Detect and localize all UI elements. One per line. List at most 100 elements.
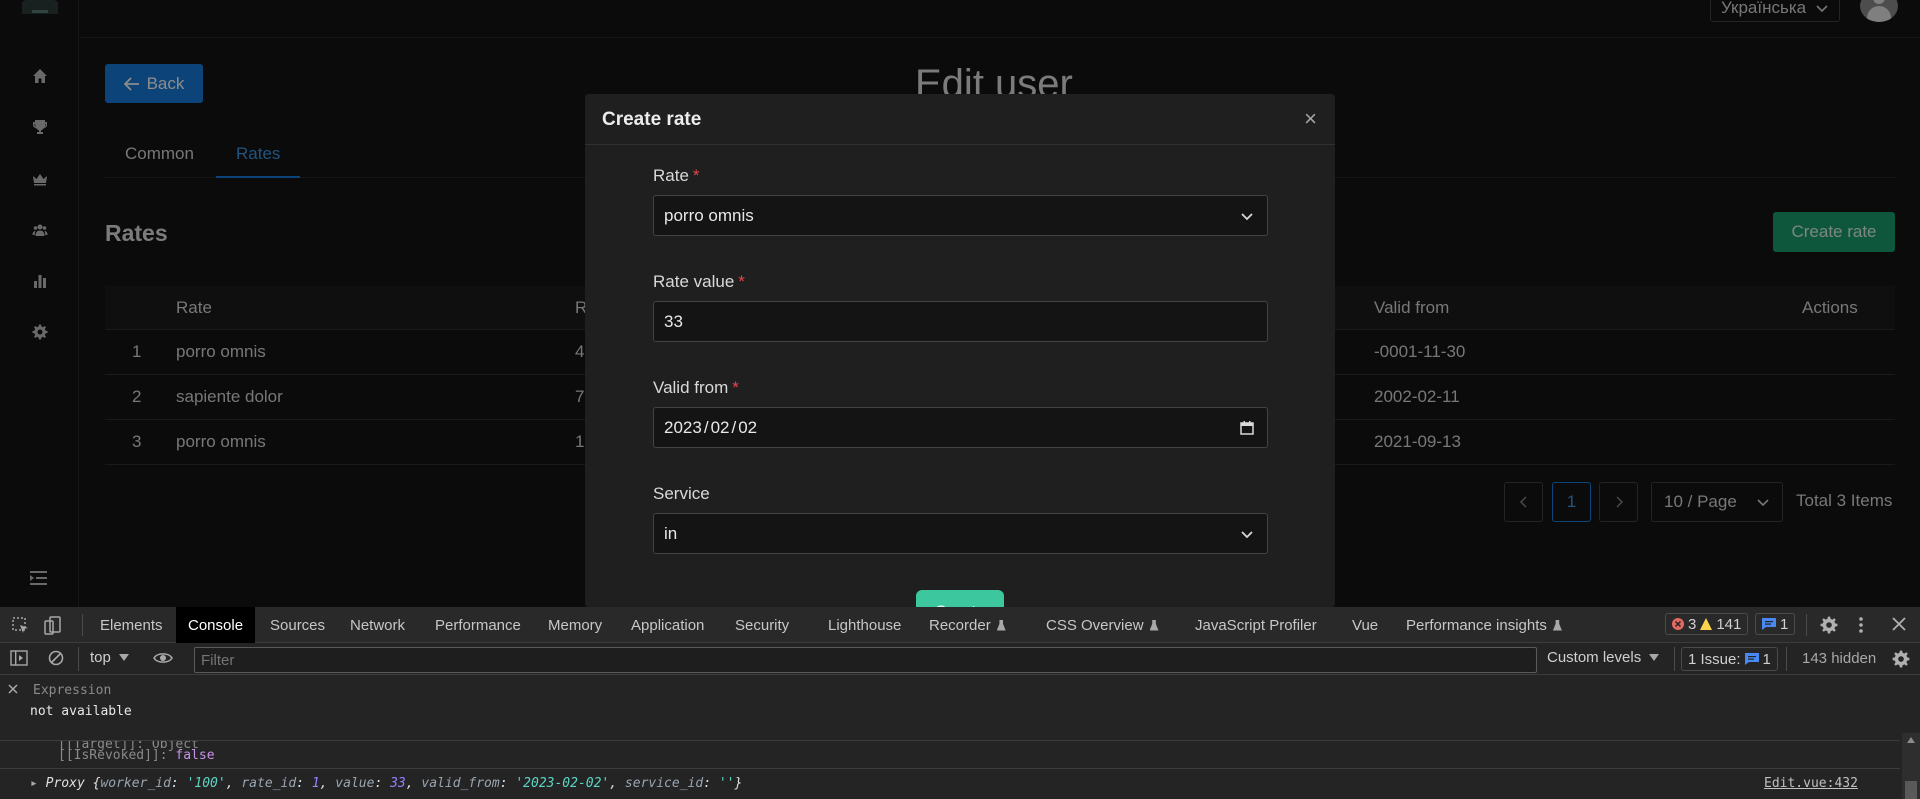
value: 33 xyxy=(390,776,406,791)
required-mark: * xyxy=(692,166,700,185)
devtools-tab-lighthouse[interactable]: Lighthouse xyxy=(816,607,913,643)
message-count: 1 xyxy=(1780,615,1789,633)
service-select-value: in xyxy=(664,523,678,543)
warning-count: 141 xyxy=(1716,615,1742,633)
devtools-tabbar: Elements Console Sources Network Perform… xyxy=(0,607,1920,643)
key: valid_from xyxy=(421,776,500,791)
source-link[interactable]: Edit.vue:432 xyxy=(1764,776,1858,791)
warning-icon xyxy=(1700,618,1713,630)
gear-icon[interactable] xyxy=(1820,616,1838,634)
devtools-tab-sources[interactable]: Sources xyxy=(258,607,337,643)
date-day: 02 xyxy=(738,417,758,437)
valid-from-date-input[interactable]: 2023 / 02 / 02 xyxy=(653,407,1268,448)
value: '' xyxy=(718,776,735,791)
css-overview-label: CSS Overview xyxy=(1046,616,1144,634)
sidebar-toggle-icon[interactable] xyxy=(10,650,28,666)
devtools-tab-performance-insights[interactable]: Performance insights xyxy=(1394,607,1574,643)
hidden-count: 143 hidden xyxy=(1802,650,1877,667)
devtools-tab-security[interactable]: Security xyxy=(723,607,801,643)
rate-value-label-text: Rate value xyxy=(653,272,735,291)
proxy-suffix: } xyxy=(734,776,743,791)
log-levels-value: Custom levels xyxy=(1547,649,1642,666)
service-select[interactable]: in xyxy=(653,513,1268,554)
modal-title: Create rate xyxy=(602,109,702,130)
console-settings-icon[interactable] xyxy=(1892,650,1910,668)
more-options-icon[interactable] xyxy=(1858,616,1864,634)
required-mark: * xyxy=(738,272,745,291)
context-value: top xyxy=(90,649,111,666)
devtools-tab-recorder[interactable]: Recorder xyxy=(917,607,1018,643)
create-rate-modal: Create rate × Rate * porro omnis Rate val… xyxy=(585,94,1335,607)
console-filter-input[interactable] xyxy=(194,647,1537,673)
close-icon[interactable]: × xyxy=(1304,106,1317,132)
rate-select[interactable]: porro omnis xyxy=(653,195,1268,236)
date-year: 2023 xyxy=(664,417,702,437)
console-log-entry[interactable]: ▸ Proxy {worker_id: '100', rate_id: 1, v… xyxy=(30,776,742,791)
performance-insights-label: Performance insights xyxy=(1406,616,1547,634)
rate-value-field-label: Rate value * xyxy=(653,272,745,292)
divider xyxy=(1806,614,1807,636)
experiment-icon xyxy=(1149,619,1159,631)
key: value xyxy=(335,776,375,791)
valid-from-field-label: Valid from * xyxy=(653,378,739,398)
required-mark: * xyxy=(732,378,739,397)
rate-select-value: porro omnis xyxy=(664,205,754,225)
rate-field-label: Rate * xyxy=(653,166,700,186)
divider xyxy=(1674,647,1675,671)
divider xyxy=(0,768,1900,769)
log-levels-select[interactable]: Custom levels xyxy=(1547,649,1660,666)
expand-arrow-icon[interactable]: ▸ xyxy=(30,776,38,791)
scrollbar[interactable] xyxy=(1902,733,1920,799)
chevron-down-icon xyxy=(1241,213,1253,221)
scroll-thumb[interactable] xyxy=(1905,781,1917,799)
clear-console-icon[interactable] xyxy=(48,650,64,666)
proxy-prefix: Proxy { xyxy=(45,776,101,791)
rate-value-input[interactable]: 33 xyxy=(653,301,1268,342)
calendar-icon[interactable] xyxy=(1239,420,1255,436)
inspect-element-icon[interactable] xyxy=(12,617,30,635)
triangle-down-icon xyxy=(1649,653,1660,661)
experiment-icon xyxy=(996,619,1006,631)
devtools-tab-console[interactable]: Console xyxy=(176,607,256,643)
value: 1 xyxy=(311,776,320,791)
devtools-tab-memory[interactable]: Memory xyxy=(536,607,614,643)
device-toolbar-icon[interactable] xyxy=(44,616,62,636)
close-icon[interactable] xyxy=(8,684,18,694)
console-output: [[Target]]: Object [[IsRevoked]]: false … xyxy=(0,741,1900,799)
key: service_id xyxy=(624,776,704,791)
devtools-panel: Elements Console Sources Network Perform… xyxy=(0,607,1920,799)
issues-badge[interactable]: 1 Issue: 1 xyxy=(1681,647,1778,671)
triangle-down-icon xyxy=(118,653,129,661)
chevron-down-icon xyxy=(1241,531,1253,539)
issues-label: 1 Issue: xyxy=(1688,650,1741,668)
expression-value: not available xyxy=(30,704,132,719)
message-icon xyxy=(1762,618,1776,630)
eye-icon[interactable] xyxy=(153,651,173,665)
divider xyxy=(1786,647,1787,671)
scroll-up-icon[interactable] xyxy=(1907,737,1915,743)
rate-value-input-value: 33 xyxy=(664,311,683,331)
console-toolbar: top Custom levels 1 Issue: 1 143 hidden xyxy=(0,643,1920,675)
live-expression: Expression not available xyxy=(0,675,1900,741)
close-icon[interactable] xyxy=(1892,617,1906,631)
devtools-tab-application[interactable]: Application xyxy=(619,607,716,643)
devtools-tab-js-profiler[interactable]: JavaScript Profiler xyxy=(1183,607,1329,643)
console-line: [[IsRevoked]]: false xyxy=(58,748,215,763)
value: '100' xyxy=(186,776,226,791)
message-icon xyxy=(1744,653,1759,665)
date-month: 02 xyxy=(710,417,730,437)
devtools-tab-network[interactable]: Network xyxy=(338,607,417,643)
experiment-icon xyxy=(1552,619,1562,631)
context-select[interactable]: top xyxy=(90,649,129,666)
modal-header: Create rate × xyxy=(585,94,1335,145)
create-button[interactable]: Create xyxy=(916,590,1004,607)
rate-label-text: Rate xyxy=(653,166,689,185)
service-label: Service xyxy=(653,484,710,503)
devtools-tab-performance[interactable]: Performance xyxy=(423,607,533,643)
devtools-tab-css-overview[interactable]: CSS Overview xyxy=(1034,607,1171,643)
devtools-tab-elements[interactable]: Elements xyxy=(88,607,175,643)
messages-badge[interactable]: 1 xyxy=(1755,613,1796,635)
errors-warnings-badge[interactable]: 3 141 xyxy=(1665,613,1749,635)
devtools-tab-vue[interactable]: Vue xyxy=(1340,607,1390,643)
revoked-value: false xyxy=(175,748,215,763)
